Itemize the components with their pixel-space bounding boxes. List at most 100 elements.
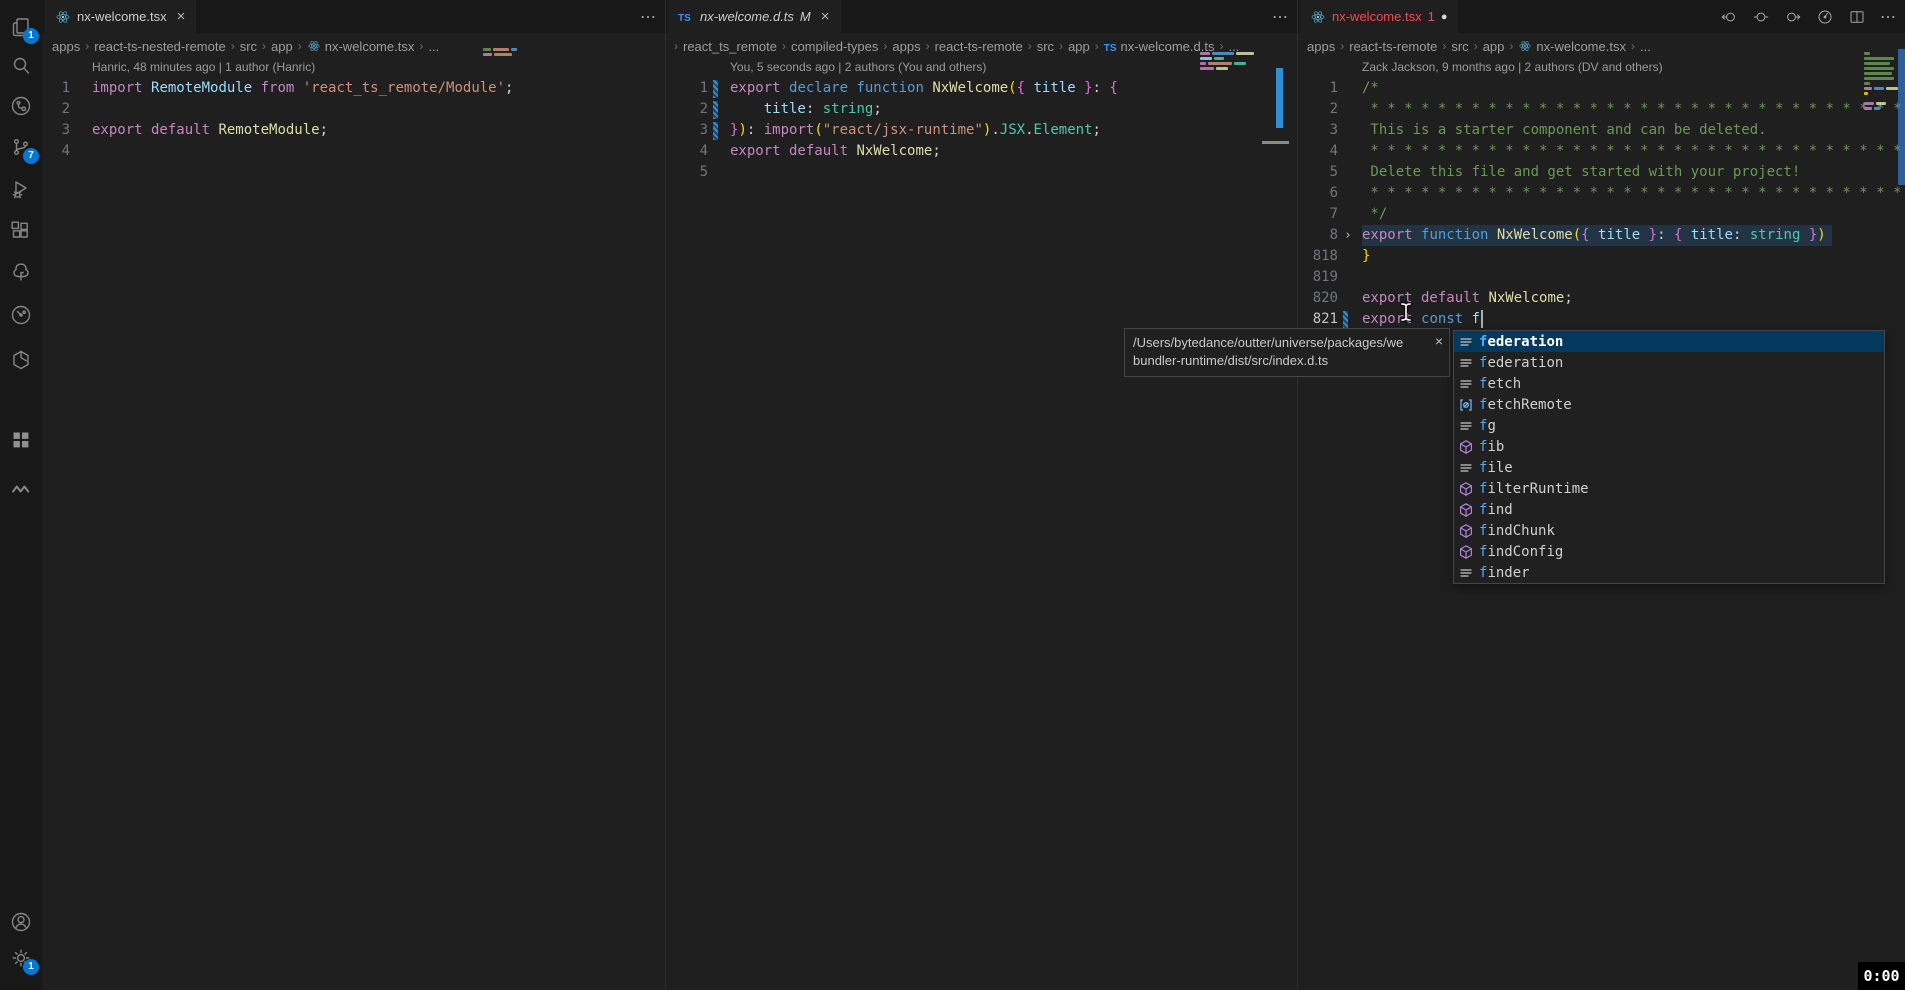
code-line[interactable]: 5 bbox=[665, 162, 1297, 183]
breadcrumb-item-nx-welcome.d.ts[interactable]: TSnx-welcome.d.ts bbox=[1104, 39, 1215, 54]
suggestion-find[interactable]: find bbox=[1454, 499, 1884, 520]
code-line[interactable]: 3export default RemoteModule; bbox=[42, 120, 665, 141]
code-line[interactable]: 1import RemoteModule from 'react_ts_remo… bbox=[42, 78, 665, 99]
next-change-icon[interactable] bbox=[1784, 8, 1802, 26]
codelens-blame[interactable]: Zack Jackson, 9 months ago | 2 authors (… bbox=[1362, 60, 1663, 77]
line-number[interactable]: 821 bbox=[1297, 309, 1338, 330]
codelens-blame[interactable]: You, 5 seconds ago | 2 authors (You and … bbox=[730, 60, 986, 77]
code-line[interactable]: 819 bbox=[1297, 267, 1905, 288]
suggestion-fib[interactable]: fib bbox=[1454, 436, 1884, 457]
code-line[interactable]: 4 * * * * * * * * * * * * * * * * * * * … bbox=[1297, 141, 1905, 162]
code-line[interactable]: 1/* bbox=[1297, 78, 1905, 99]
settings-icon[interactable]: 1 bbox=[9, 946, 33, 970]
line-number[interactable]: 6 bbox=[1297, 183, 1338, 204]
scrollbar-modified-decoration[interactable] bbox=[1276, 68, 1283, 128]
line-number[interactable]: 5 bbox=[665, 162, 708, 183]
history-circle-icon[interactable] bbox=[9, 303, 33, 327]
breadcrumb-item-react-ts-remote[interactable]: react-ts-remote bbox=[1349, 39, 1437, 54]
close-icon[interactable]: × bbox=[177, 8, 186, 25]
line-number[interactable]: 1 bbox=[1297, 78, 1338, 99]
code-editor[interactable]: 1/*2 * * * * * * * * * * * * * * * * * *… bbox=[1297, 78, 1905, 330]
breadcrumb-item-apps[interactable]: apps bbox=[1307, 39, 1335, 54]
suggestion-finder[interactable]: finder bbox=[1454, 562, 1884, 583]
line-number[interactable]: 2 bbox=[42, 99, 70, 120]
test-tree-icon[interactable] bbox=[9, 260, 33, 284]
breadcrumb-item-reacttsremote[interactable]: react_ts_remote bbox=[683, 39, 777, 54]
open-change-icon[interactable] bbox=[1752, 8, 1770, 26]
breadcrumb-item-compiled-types[interactable]: compiled-types bbox=[791, 39, 878, 54]
line-number[interactable]: 3 bbox=[665, 120, 708, 141]
breadcrumb-item-apps[interactable]: apps bbox=[892, 39, 920, 54]
group-divider[interactable] bbox=[1297, 0, 1298, 990]
code-line[interactable]: 7 */ bbox=[1297, 204, 1905, 225]
more-actions-icon[interactable]: ⋯ bbox=[640, 7, 657, 27]
suggestion-findConfig[interactable]: findConfig bbox=[1454, 541, 1884, 562]
breadcrumb-item-app[interactable]: app bbox=[271, 39, 293, 54]
breadcrumb-item-src[interactable]: src bbox=[240, 39, 257, 54]
suggestion-fetchRemote[interactable]: fetchRemote bbox=[1454, 394, 1884, 415]
line-number[interactable]: 1 bbox=[42, 78, 70, 99]
nx-console-icon[interactable] bbox=[9, 476, 33, 500]
line-number[interactable]: 2 bbox=[1297, 99, 1338, 120]
code-line[interactable]: 5 Delete this file and get started with … bbox=[1297, 162, 1905, 183]
code-line[interactable]: 2 bbox=[42, 99, 665, 120]
line-number[interactable]: 5 bbox=[1297, 162, 1338, 183]
line-number[interactable]: 3 bbox=[42, 120, 70, 141]
prev-change-icon[interactable] bbox=[1720, 8, 1738, 26]
more-actions-icon[interactable]: ⋯ bbox=[1272, 7, 1289, 27]
code-line[interactable]: 821export const f bbox=[1297, 309, 1905, 330]
suggestion-findChunk[interactable]: findChunk bbox=[1454, 520, 1884, 541]
line-number[interactable]: 818 bbox=[1297, 246, 1338, 267]
tab-nx-welcome.d.ts[interactable]: TSnx-welcome.d.tsM× bbox=[668, 0, 841, 33]
breadcrumb-item-app[interactable]: app bbox=[1068, 39, 1090, 54]
close-icon[interactable]: × bbox=[1435, 332, 1443, 350]
group-divider[interactable] bbox=[665, 0, 666, 990]
code-editor[interactable]: 1export declare function NxWelcome({ tit… bbox=[665, 78, 1297, 183]
line-number[interactable]: 1 bbox=[665, 78, 708, 99]
run-debug-icon[interactable] bbox=[9, 177, 33, 201]
split-editor-icon[interactable] bbox=[1848, 8, 1866, 26]
suggestion-federation[interactable]: federation bbox=[1454, 331, 1884, 352]
code-line[interactable]: 4export default NxWelcome; bbox=[665, 141, 1297, 162]
codelens-blame[interactable]: Hanric, 48 minutes ago | 1 author (Hanri… bbox=[92, 60, 315, 77]
code-line[interactable]: 3 This is a starter component and can be… bbox=[1297, 120, 1905, 141]
breadcrumb-item-...[interactable]: ... bbox=[1640, 39, 1651, 54]
code-line[interactable]: 2 * * * * * * * * * * * * * * * * * * * … bbox=[1297, 99, 1905, 120]
more-actions-icon[interactable]: ⋯ bbox=[1880, 7, 1897, 27]
code-line[interactable]: 8›export function NxWelcome({ title }: {… bbox=[1297, 225, 1905, 246]
breadcrumb-item-src[interactable]: src bbox=[1037, 39, 1054, 54]
search-icon[interactable] bbox=[9, 54, 33, 78]
extensions-icon[interactable] bbox=[9, 219, 33, 243]
tab-nx-welcome.tsx[interactable]: nx-welcome.tsx1● bbox=[1300, 0, 1458, 33]
hexagon-tool-icon[interactable] bbox=[9, 348, 33, 372]
line-number[interactable]: 4 bbox=[1297, 141, 1338, 162]
breadcrumb-item-nx-welcome.tsx[interactable]: nx-welcome.tsx bbox=[1518, 39, 1626, 54]
line-number[interactable]: 2 bbox=[665, 99, 708, 120]
line-number[interactable]: 3 bbox=[1297, 120, 1338, 141]
code-line[interactable]: 818} bbox=[1297, 246, 1905, 267]
source-control-graph-icon[interactable] bbox=[9, 94, 33, 118]
code-line[interactable]: 1export declare function NxWelcome({ tit… bbox=[665, 78, 1297, 99]
code-line[interactable]: 820export default NxWelcome; bbox=[1297, 288, 1905, 309]
breadcrumb-item-...[interactable]: ... bbox=[428, 39, 439, 54]
line-number[interactable]: 4 bbox=[42, 141, 70, 162]
scrollbar-modified-decoration[interactable] bbox=[1898, 49, 1905, 185]
grid-tool-icon[interactable] bbox=[9, 428, 33, 452]
line-number[interactable]: 819 bbox=[1297, 267, 1338, 288]
close-icon[interactable]: × bbox=[821, 8, 830, 25]
breadcrumb-item-app[interactable]: app bbox=[1483, 39, 1505, 54]
suggestion-fg[interactable]: fg bbox=[1454, 415, 1884, 436]
suggestion-filterRuntime[interactable]: filterRuntime bbox=[1454, 478, 1884, 499]
dirty-dot-icon[interactable]: ● bbox=[1441, 11, 1448, 23]
suggestion-fetch[interactable]: fetch bbox=[1454, 373, 1884, 394]
code-line[interactable]: 4 bbox=[42, 141, 665, 162]
line-number[interactable]: 7 bbox=[1297, 204, 1338, 225]
explorer-icon[interactable]: 1 bbox=[9, 15, 33, 39]
line-number[interactable]: 8 bbox=[1297, 225, 1338, 246]
line-number[interactable]: 820 bbox=[1297, 288, 1338, 309]
code-line[interactable]: 6 * * * * * * * * * * * * * * * * * * * … bbox=[1297, 183, 1905, 204]
suggestion-file[interactable]: file bbox=[1454, 457, 1884, 478]
code-editor[interactable]: 1import RemoteModule from 'react_ts_remo… bbox=[42, 78, 665, 162]
suggestion-federation[interactable]: federation bbox=[1454, 352, 1884, 373]
tab-nx-welcome.tsx[interactable]: nx-welcome.tsx× bbox=[45, 0, 196, 33]
